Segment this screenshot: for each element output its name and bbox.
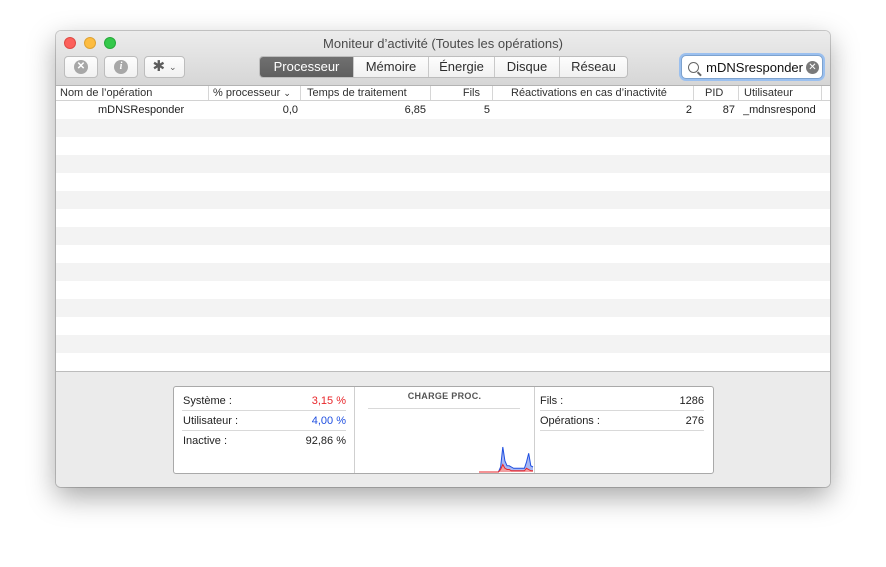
search-icon: [688, 61, 699, 73]
divider: [540, 430, 704, 431]
cell-cpu-time: 6,85: [404, 104, 426, 116]
tab-energie[interactable]: Énergie: [428, 57, 494, 77]
cell-user: _mdnsrespond: [743, 104, 816, 116]
table-header: Nom de l’opération % processeur ⌄ Temps …: [56, 86, 830, 101]
tab-memoire[interactable]: Mémoire: [353, 57, 428, 77]
process-table: mDNSResponder 0,0 6,85 5 2 87 _mdnsrespo…: [56, 101, 830, 371]
empty-row: [56, 299, 830, 317]
empty-row: [56, 137, 830, 155]
processes-value: 276: [685, 415, 704, 427]
tab-reseau[interactable]: Réseau: [559, 57, 627, 77]
user-value: 4,00 %: [311, 415, 346, 427]
info-icon: i: [114, 60, 128, 74]
cell-idle-wakeups: 2: [685, 104, 692, 116]
cpu-load-graph-column: CHARGE PROC.: [354, 387, 535, 473]
table-row[interactable]: mDNSResponder 0,0 6,85 5 2 87 _mdnsrespo…: [56, 101, 830, 119]
sort-descending-icon: ⌄: [283, 88, 291, 98]
cpu-usage-column: Système : 3,15 % Utilisateur : 4,00 % In…: [174, 387, 354, 473]
stop-process-button[interactable]: ✕: [64, 56, 98, 78]
column-header-pid[interactable]: PID: [694, 86, 739, 100]
column-header-cpu-time[interactable]: Temps de traitement: [307, 86, 431, 100]
toolbar: Moniteur d’activité (Toutes les opératio…: [56, 31, 830, 86]
cell-pid: 87: [722, 104, 735, 116]
system-label: Système :: [183, 395, 232, 407]
column-header-cpu[interactable]: % processeur ⌄: [213, 86, 301, 100]
column-header-threads[interactable]: Fils: [431, 86, 493, 100]
activity-monitor-window: Moniteur d’activité (Toutes les opératio…: [56, 31, 830, 487]
clear-search-icon[interactable]: ✕: [806, 60, 819, 74]
tab-processeur[interactable]: Processeur: [260, 57, 353, 77]
empty-row: [56, 119, 830, 137]
cpu-summary-panel: Système : 3,15 % Utilisateur : 4,00 % In…: [173, 386, 714, 474]
empty-row: [56, 353, 830, 371]
idle-value: 92,86 %: [305, 435, 346, 447]
empty-row: [56, 245, 830, 263]
empty-row: [56, 209, 830, 227]
threads-label: Fils :: [540, 395, 564, 407]
column-header-cpu-label: % processeur: [213, 87, 281, 99]
processes-label: Opérations :: [540, 415, 600, 427]
empty-row: [56, 155, 830, 173]
action-menu-button[interactable]: ✱ ⌄: [144, 56, 185, 78]
gear-icon: ✱: [152, 58, 166, 75]
tab-bar: Processeur Mémoire Énergie Disque Réseau: [259, 56, 628, 78]
user-label: Utilisateur :: [183, 415, 239, 427]
idle-label: Inactive :: [183, 435, 228, 447]
cell-name: mDNSResponder: [98, 104, 185, 116]
search-field[interactable]: ✕: [681, 55, 823, 79]
cell-threads: 5: [483, 104, 490, 116]
threads-value: 1286: [679, 395, 704, 407]
empty-row: [56, 173, 830, 191]
tab-disque[interactable]: Disque: [494, 57, 559, 77]
search-input[interactable]: [699, 59, 803, 75]
process-count-column: Fils : 1286 Opérations : 276: [533, 387, 713, 473]
system-value: 3,15 %: [311, 395, 346, 407]
summary-area: Système : 3,15 % Utilisateur : 4,00 % In…: [56, 371, 830, 487]
window-title: Moniteur d’activité (Toutes les opératio…: [323, 36, 563, 51]
chevron-down-icon: ⌄: [169, 62, 177, 72]
empty-row: [56, 317, 830, 335]
empty-row: [56, 227, 830, 245]
column-header-idle-wakeups[interactable]: Réactivations en cas d’inactivité: [493, 86, 694, 100]
cpu-load-graph: [479, 446, 534, 473]
cell-cpu: 0,0: [282, 104, 298, 116]
empty-row: [56, 281, 830, 299]
empty-row: [56, 335, 830, 353]
empty-row: [56, 263, 830, 281]
stop-process-icon: ✕: [74, 60, 88, 74]
column-header-user[interactable]: Utilisateur: [739, 86, 822, 100]
empty-row: [56, 191, 830, 209]
inspect-process-button[interactable]: i: [104, 56, 138, 78]
column-header-name[interactable]: Nom de l’opération: [60, 86, 209, 100]
